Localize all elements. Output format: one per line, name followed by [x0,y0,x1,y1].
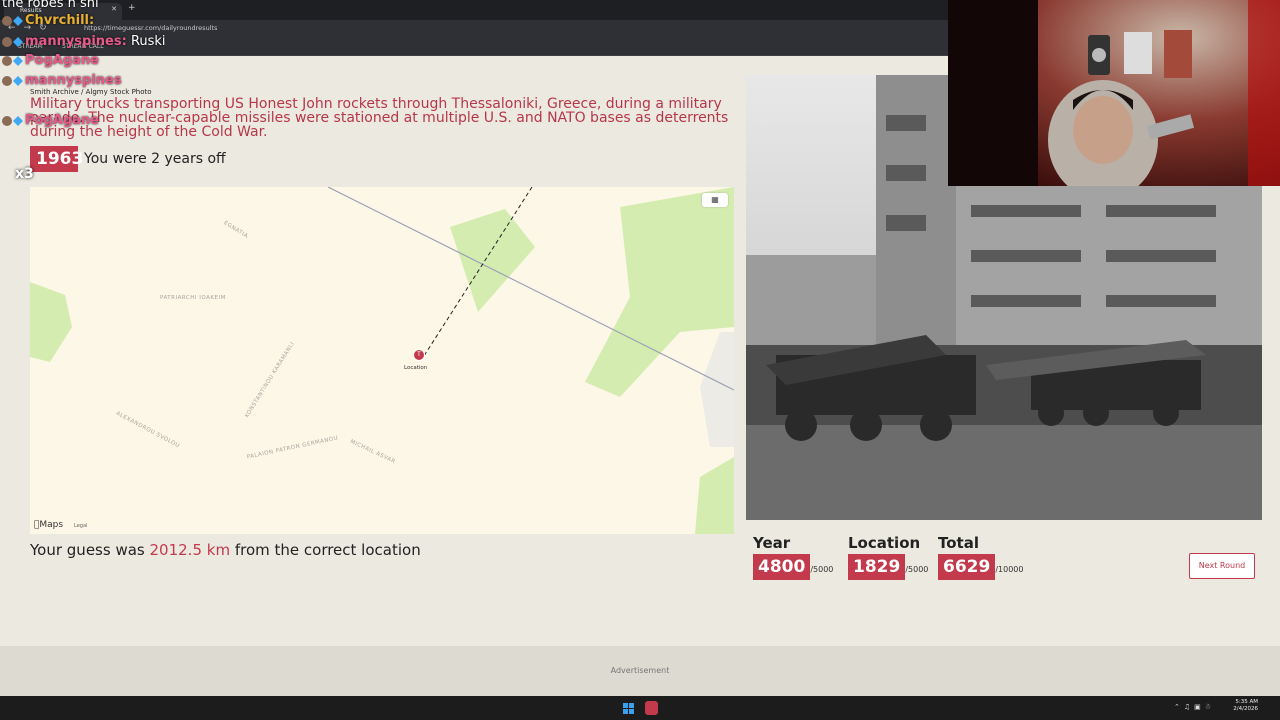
apple-maps-logo: Maps [34,520,63,530]
webcam-feed [948,0,1280,186]
location-score-value: 1829 [848,554,906,580]
chat-line: PogAgane [2,113,99,128]
badge-icon [13,115,23,126]
avatar [2,36,12,47]
chat-multiplier: x3 [15,166,34,182]
chat-line: the robes n shi [2,0,99,11]
year-score: Year 4800/5000 [753,534,833,580]
total-score-value: 6629 [938,554,996,580]
map-type-button[interactable]: ▦ [702,193,728,207]
chat-message: the robes n shi [2,0,99,11]
taskbar-clock[interactable]: 5:35 AM 2/4/2026 [1232,699,1258,713]
advertisement-label: Advertisement [610,666,670,675]
maps-attribution: Maps [34,520,63,530]
chat-username: PogAgane [25,53,99,68]
stream-chat-overlay: the robes n shi Chvrchill: mannyspines: … [0,0,260,186]
avatar [2,15,12,26]
results-map[interactable]: EGNATIA PATRIARCHI IOAKEIM ALEXANDROU SV… [30,187,734,534]
avatar [2,55,12,66]
next-round-button[interactable]: Next Round [1189,553,1255,579]
map-canvas [30,187,734,534]
system-tray[interactable]: ⌃♫▣☃ [1174,703,1215,711]
guess-suffix: from the correct location [230,541,421,559]
location-score: Location 1829/5000 [848,534,928,580]
location-pin[interactable]: T [413,349,425,361]
pin-label: Location [404,365,428,371]
chat-message: Ruski [126,34,166,49]
brave-browser-icon[interactable] [645,701,658,715]
year-score-label: Year [753,534,791,552]
windows-start-icon[interactable] [623,703,634,714]
street-label: PATRIARCHI IOAKEIM [160,295,226,301]
clock-time: 5:35 AM [1235,699,1258,705]
guess-distance-text: Your guess was 2012.5 km from the correc… [30,541,421,559]
windows-taskbar [0,696,1280,720]
webcam-overlay [948,0,1280,186]
total-score-label: Total [938,534,979,552]
avatar [2,75,12,86]
guess-distance: 2012.5 km [149,541,231,559]
chat-line: PogAgane [2,53,99,68]
badge-icon [13,75,23,86]
badge-icon [13,55,23,66]
chat-line: mannyspines: Ruski [2,34,166,49]
chat-username: mannyspines [25,73,122,88]
year-score-max: /5000 [810,565,834,574]
clock-date: 2/4/2026 [1233,706,1258,712]
total-score: Total 6629/10000 [938,534,1023,580]
chat-username: mannyspines: [25,34,127,49]
chat-username: Chvrchill: [25,13,95,28]
chat-line: mannyspines [2,73,122,88]
total-score-max: /10000 [995,565,1024,574]
chat-line: Chvrchill: [2,13,94,28]
location-score-max: /5000 [905,565,929,574]
year-score-value: 4800 [753,554,811,580]
badge-icon [13,15,23,26]
maps-legal-link[interactable]: Legal [74,523,87,529]
location-score-label: Location [848,534,921,552]
badge-icon [13,36,23,47]
chat-username: PogAgane [25,113,99,128]
guess-prefix: Your guess was [30,541,150,559]
avatar [2,115,12,126]
